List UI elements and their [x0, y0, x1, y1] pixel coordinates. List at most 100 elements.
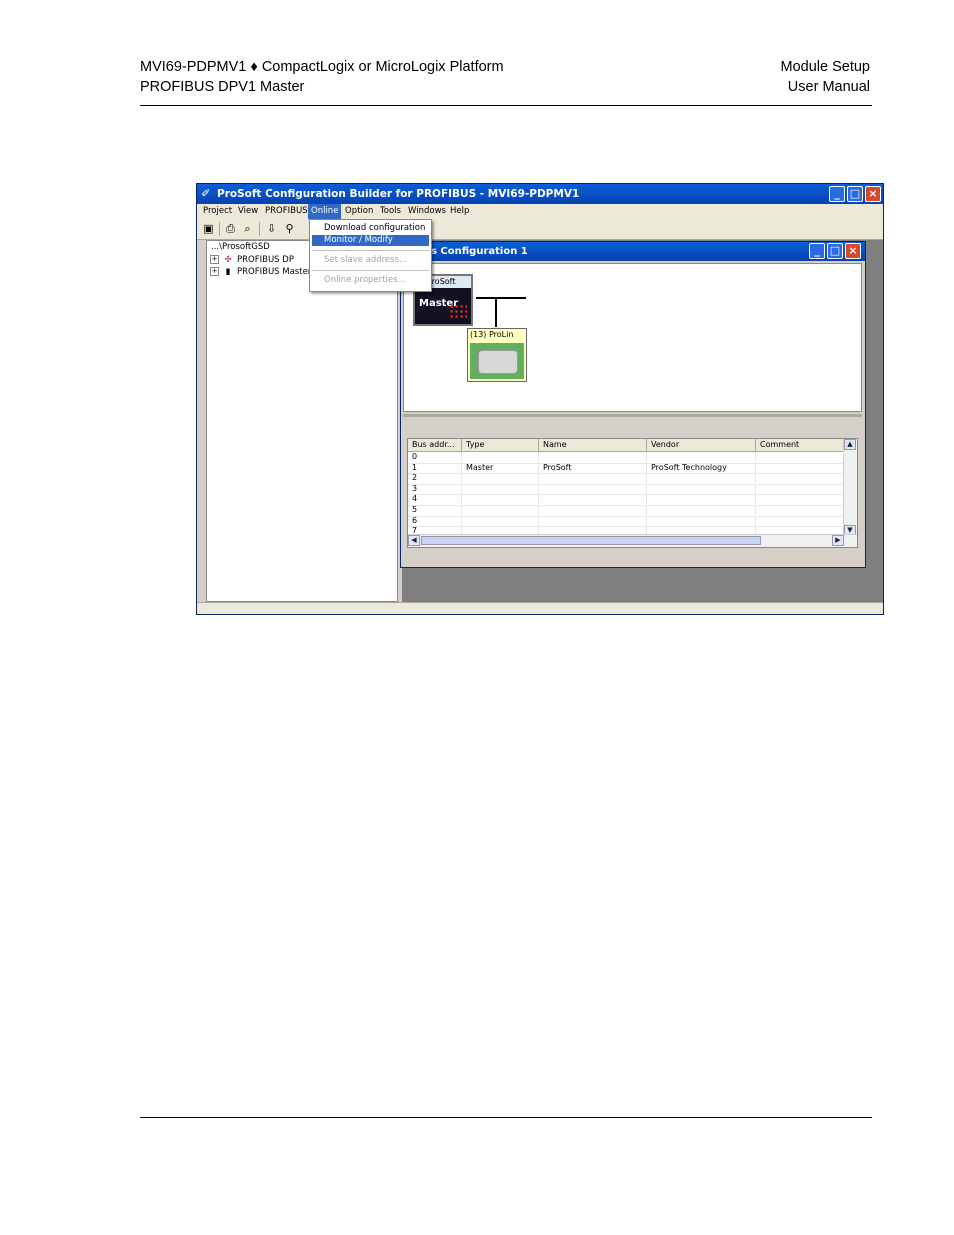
save-icon[interactable]: ▣: [202, 222, 215, 235]
header-subtitle: PROFIBUS DPV1 Master: [140, 79, 305, 95]
table-cell: [462, 515, 539, 526]
menu-windows[interactable]: Windows: [405, 204, 449, 219]
menu-item-set-slave-address[interactable]: Set slave address...: [312, 255, 429, 266]
child-minimize-button[interactable]: _: [809, 243, 825, 259]
expand-icon[interactable]: +: [210, 267, 219, 276]
menu-option[interactable]: Option: [342, 204, 376, 219]
table-cell: [756, 452, 844, 462]
table-cell: 4: [408, 494, 462, 505]
header-manual: User Manual: [787, 79, 870, 95]
toolbar: ▣ ⎙ ⌕ ⇩ ⚲: [197, 219, 883, 240]
menu-tools[interactable]: Tools: [377, 204, 404, 219]
table-cell: 6: [408, 515, 462, 526]
toolbar-separator: [259, 222, 260, 236]
tree-node-profibus-master[interactable]: + ▮ PROFIBUS Master: [210, 267, 311, 277]
menu-item-download-configuration[interactable]: Download configuration: [312, 223, 429, 234]
column-header[interactable]: Name: [539, 439, 647, 451]
status-bar: [197, 602, 883, 614]
table-cell: [647, 494, 756, 505]
scroll-right-icon[interactable]: ▶: [832, 535, 844, 546]
table-cell: [462, 505, 539, 515]
download-icon[interactable]: ⇩: [265, 222, 278, 235]
menu-separator: [312, 250, 429, 251]
prosoft-config-window: ✐ ProSoft Configuration Builder for PROF…: [196, 183, 884, 615]
prosoft-logo-icon: [449, 304, 467, 320]
bus-diagram: ProSoft Master (13) ProLin: [403, 263, 862, 412]
child-titlebar: s Configuration 1 _ □ ×: [401, 242, 865, 261]
online-dropdown-menu: Download configuration Monitor / Modify …: [309, 219, 432, 292]
menu-item-monitor-modify[interactable]: Monitor / Modify: [312, 235, 429, 246]
header-section: Module Setup: [780, 59, 870, 75]
table-cell: 5: [408, 505, 462, 515]
menu-view[interactable]: View: [235, 204, 261, 219]
vertical-scrollbar[interactable]: ▲ ▼: [843, 439, 857, 536]
column-header[interactable]: Vendor: [647, 439, 756, 451]
table-cell: 2: [408, 473, 462, 484]
scroll-up-icon[interactable]: ▲: [844, 439, 856, 450]
child-close-button[interactable]: ×: [845, 243, 861, 259]
table-cell: [756, 483, 844, 494]
table-cell: [539, 494, 647, 505]
menu-profibus[interactable]: PROFIBUS: [262, 204, 311, 219]
header-rule: [140, 105, 872, 106]
column-header[interactable]: Comment: [756, 439, 844, 451]
minimize-button[interactable]: _: [829, 186, 845, 202]
table-cell: 1: [408, 462, 462, 473]
window-titlebar: ✐ ProSoft Configuration Builder for PROF…: [197, 184, 883, 204]
table-cell: [756, 462, 844, 473]
slave-node-label: (13) ProLin: [470, 330, 514, 339]
table-cell: [462, 483, 539, 494]
child-window-title: s Configuration 1: [431, 246, 528, 257]
table-cell: [647, 483, 756, 494]
column-header[interactable]: Bus addr...: [408, 439, 462, 451]
table-cell: 3: [408, 483, 462, 494]
table-cell: [756, 515, 844, 526]
column-header[interactable]: Type: [462, 439, 539, 451]
table-cell: [647, 452, 756, 462]
gsd-path: ...\ProsoftGSD: [211, 242, 270, 252]
bus-line: [476, 297, 526, 299]
menu-separator: [312, 270, 429, 271]
footer-rule: [140, 1117, 872, 1118]
app-icon: ✐: [201, 187, 211, 200]
table-cell: [647, 473, 756, 484]
child-maximize-button[interactable]: □: [827, 243, 843, 259]
pane-splitter[interactable]: [403, 414, 862, 417]
table-cell: ProSoft Technology: [647, 462, 756, 473]
menu-online[interactable]: Online: [308, 204, 342, 219]
bus-address-table: Bus addr... Type Name Vendor Comment 01M…: [407, 438, 858, 548]
bus-configuration-window: s Configuration 1 _ □ × ProSoft Master (…: [400, 241, 866, 568]
maximize-button[interactable]: □: [847, 186, 863, 202]
scroll-thumb[interactable]: [421, 536, 761, 545]
menu-project[interactable]: Project: [200, 204, 235, 219]
table-cell: [756, 494, 844, 505]
page-header-left: MVI69-PDPMV1 ♦ CompactLogix or MicroLogi…: [140, 57, 504, 97]
close-button[interactable]: ×: [865, 186, 881, 202]
slave-device-icon: [470, 343, 524, 379]
table-cell: [539, 483, 647, 494]
print-preview-icon[interactable]: ⌕: [241, 222, 254, 235]
horizontal-scrollbar[interactable]: ◀ ▶: [408, 534, 857, 547]
table-cell: Master: [462, 462, 539, 473]
table-cell: ProSoft: [539, 462, 647, 473]
table-cell: [756, 505, 844, 515]
table-cell: [462, 473, 539, 484]
scroll-left-icon[interactable]: ◀: [408, 535, 420, 546]
table-cell: [539, 505, 647, 515]
connect-icon[interactable]: ⚲: [283, 222, 296, 235]
window-title: ProSoft Configuration Builder for PROFIB…: [217, 188, 580, 200]
print-icon[interactable]: ⎙: [224, 222, 237, 235]
table-cell: [539, 473, 647, 484]
toolbar-separator: [219, 222, 220, 236]
menu-item-online-properties[interactable]: Online properties...: [312, 275, 429, 286]
bus-drop-line: [495, 297, 497, 327]
device-icon: ▮: [225, 267, 231, 277]
tree-node-profibus-dp[interactable]: + ✣ PROFIBUS DP: [210, 255, 294, 265]
expand-icon[interactable]: +: [210, 255, 219, 264]
menu-help[interactable]: Help: [447, 204, 472, 219]
slave-node[interactable]: (13) ProLin: [467, 328, 527, 382]
table-cell: [462, 494, 539, 505]
header-product-line: MVI69-PDPMV1 ♦ CompactLogix or MicroLogi…: [140, 59, 504, 75]
table-cell: 0: [408, 452, 462, 462]
table-cell: [756, 473, 844, 484]
